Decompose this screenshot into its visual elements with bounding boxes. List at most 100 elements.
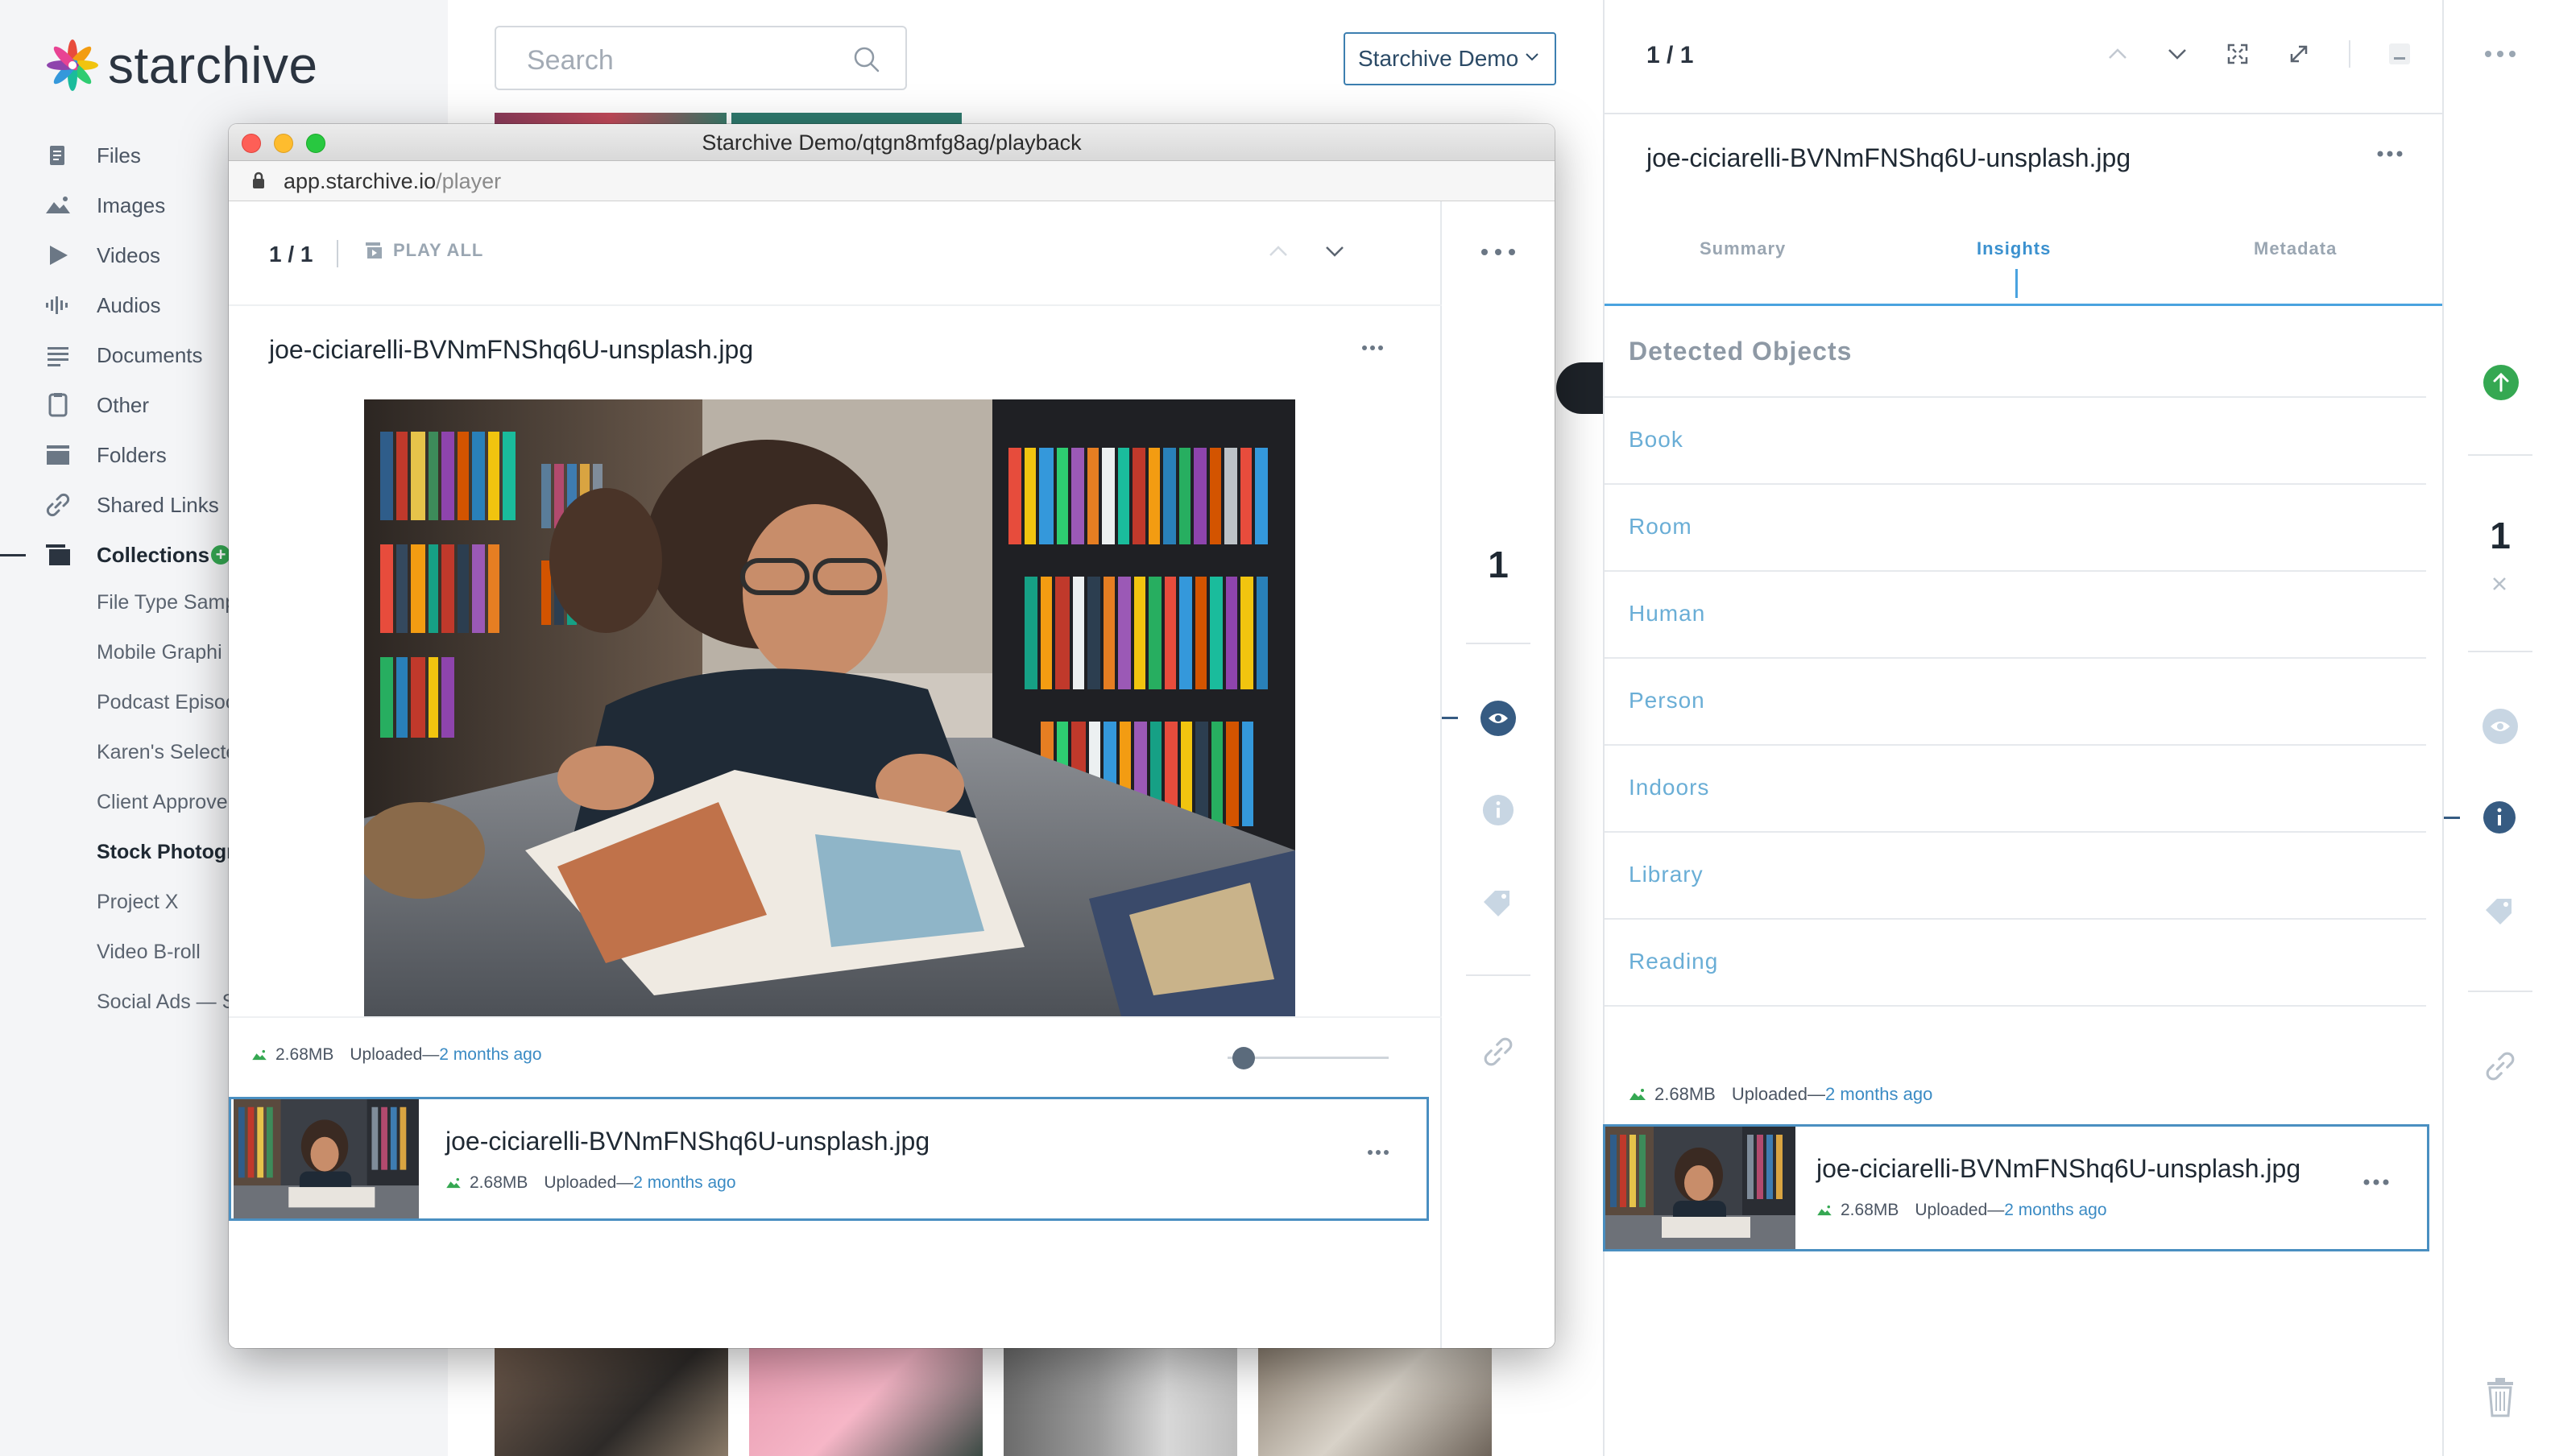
queue-item-meta: 2.68MB Uploaded— 2 months ago	[445, 1173, 736, 1193]
image-type-icon	[445, 1177, 462, 1189]
more-options-icon[interactable]	[1480, 248, 1516, 256]
detail-toolbar	[2107, 40, 2410, 68]
tab-summary[interactable]: Summary	[1700, 238, 1786, 259]
collection-item[interactable]: Client Approve	[97, 791, 228, 814]
search-input[interactable]: Search	[495, 26, 907, 90]
search-icon[interactable]	[852, 45, 881, 74]
sidebar-item-label: Videos	[97, 242, 161, 267]
detail-file-meta: 2.68MB Uploaded— 2 months ago	[1629, 1084, 1932, 1105]
file-card-selected[interactable]: joe-ciciarelli-BVNmFNShq6U-unsplash.jpg …	[1603, 1124, 2429, 1251]
chevron-down-icon[interactable]	[2167, 48, 2188, 60]
link-icon[interactable]	[1482, 1036, 1514, 1068]
active-indicator	[2444, 817, 2460, 819]
uploaded-label: Uploaded—	[1731, 1084, 1826, 1104]
uploaded-time[interactable]: 2 months ago	[439, 1045, 541, 1065]
url-text: app.starchive.io/player	[284, 169, 501, 194]
chevron-down-icon[interactable]	[1324, 245, 1345, 258]
thumbnail[interactable]	[749, 1348, 983, 1456]
info-icon[interactable]	[2483, 800, 2516, 834]
detected-object-row[interactable]: Book	[1605, 396, 2426, 483]
add-collection-button[interactable]: +	[211, 545, 230, 565]
collection-item[interactable]: Project X	[97, 891, 178, 914]
file-thumbnail	[234, 1099, 419, 1218]
eye-icon[interactable]	[1480, 701, 1516, 736]
player-header: 1 / 1 PLAY ALL	[229, 201, 1442, 306]
uploaded-time[interactable]: 2 months ago	[2004, 1201, 2106, 1220]
selection-count: 1	[2490, 515, 2511, 556]
zoom-slider-thumb[interactable]	[1232, 1047, 1255, 1069]
detected-object-row[interactable]: Reading	[1605, 918, 2426, 1005]
more-options-icon[interactable]	[2484, 50, 2516, 58]
image-type-icon	[251, 1049, 267, 1061]
chevron-up-icon[interactable]	[1268, 245, 1289, 258]
more-options-icon[interactable]	[2376, 150, 2404, 158]
detected-object-row[interactable]: Person	[1605, 657, 2426, 744]
sidebar-item-label: Collections	[97, 542, 210, 567]
file-size: 2.68MB	[1654, 1084, 1716, 1104]
trash-icon[interactable]	[2484, 1377, 2516, 1417]
hint-tab[interactable]	[1556, 362, 1605, 414]
link-icon[interactable]	[2484, 1050, 2516, 1082]
rail-divider	[1466, 974, 1530, 976]
detected-object-label: Room	[1629, 514, 1692, 539]
collection-item[interactable]: File Type Samp	[97, 591, 236, 614]
starchive-logo-icon	[47, 39, 98, 91]
eye-icon[interactable]	[2483, 709, 2518, 744]
workspace-select[interactable]: Starchive Demo	[1344, 32, 1556, 85]
active-indicator	[0, 554, 26, 556]
detail-header: 1 / 1	[1605, 0, 2442, 114]
chevron-up-icon[interactable]	[2107, 48, 2128, 60]
collection-item[interactable]: Karen's Selecte	[97, 741, 237, 764]
detected-object-row[interactable]: Library	[1605, 831, 2426, 918]
player-count: 1 / 1	[269, 242, 313, 267]
tab-insights[interactable]: Insights	[1977, 238, 2051, 259]
window-titlebar[interactable]: Starchive Demo/qtgn8mfg8ag/playback	[229, 124, 1555, 161]
tab-metadata[interactable]: Metadata	[2254, 238, 2337, 259]
brand-name: starchive	[108, 36, 318, 94]
detected-object-row[interactable]: Human	[1605, 570, 2426, 657]
collection-item-active[interactable]: Stock Photogr	[97, 841, 234, 864]
detail-count: 1 / 1	[1646, 42, 1694, 68]
tag-icon[interactable]	[2483, 896, 2518, 928]
address-bar[interactable]: app.starchive.io/player	[229, 161, 1555, 201]
play-all-button[interactable]: PLAY ALL	[364, 240, 483, 261]
window-title: Starchive Demo/qtgn8mfg8ag/playback	[702, 130, 1082, 155]
player-rail: 1	[1442, 201, 1555, 1348]
card-filename: joe-ciciarelli-BVNmFNShq6U-unsplash.jpg	[1816, 1154, 2301, 1183]
preview-image[interactable]	[364, 399, 1295, 1016]
thumbnail[interactable]	[1258, 1348, 1492, 1456]
documents-icon	[43, 341, 72, 370]
minimize-icon[interactable]	[2389, 43, 2410, 64]
collection-item[interactable]: Video B-roll	[97, 941, 201, 964]
sidebar-item-label: Documents	[97, 342, 203, 367]
uploaded-time[interactable]: 2 months ago	[1825, 1084, 1932, 1105]
detail-tabs: Summary Insights Metadata	[1605, 234, 2442, 306]
detected-object-row[interactable]: Room	[1605, 483, 2426, 570]
uploaded-label: Uploaded—	[1915, 1201, 2005, 1219]
uploaded-time[interactable]: 2 months ago	[633, 1173, 735, 1193]
thumbnail[interactable]	[1004, 1348, 1237, 1456]
detected-object-row[interactable]: Indoors	[1605, 744, 2426, 831]
collection-item[interactable]: Mobile Graphi	[97, 641, 222, 664]
link-icon	[43, 490, 72, 519]
lock-icon	[251, 171, 266, 190]
fullscreen-icon[interactable]	[2226, 43, 2249, 65]
queue-item-selected[interactable]: joe-ciciarelli-BVNmFNShq6U-unsplash.jpg …	[229, 1097, 1429, 1221]
brand-logo[interactable]: starchive	[47, 35, 318, 95]
more-options-icon[interactable]	[1367, 1149, 1389, 1156]
search-placeholder: Search	[527, 45, 614, 76]
collection-item[interactable]: Podcast Episoc	[97, 691, 235, 714]
collection-item[interactable]: Social Ads — So	[97, 991, 246, 1014]
tag-icon[interactable]	[1480, 887, 1516, 920]
close-icon[interactable]	[2491, 575, 2508, 593]
expand-icon[interactable]	[2288, 43, 2310, 65]
detected-objects-title: Detected Objects	[1629, 337, 1853, 366]
image-type-icon	[1816, 1205, 1832, 1216]
image-type-icon	[1629, 1088, 1646, 1101]
thumbnail[interactable]	[495, 1348, 728, 1456]
more-options-icon[interactable]	[1361, 345, 1384, 351]
upload-icon[interactable]	[2483, 364, 2520, 401]
sidebar-item-label: Folders	[97, 442, 167, 467]
info-icon[interactable]	[1482, 794, 1514, 826]
more-options-icon[interactable]	[2362, 1178, 2390, 1186]
